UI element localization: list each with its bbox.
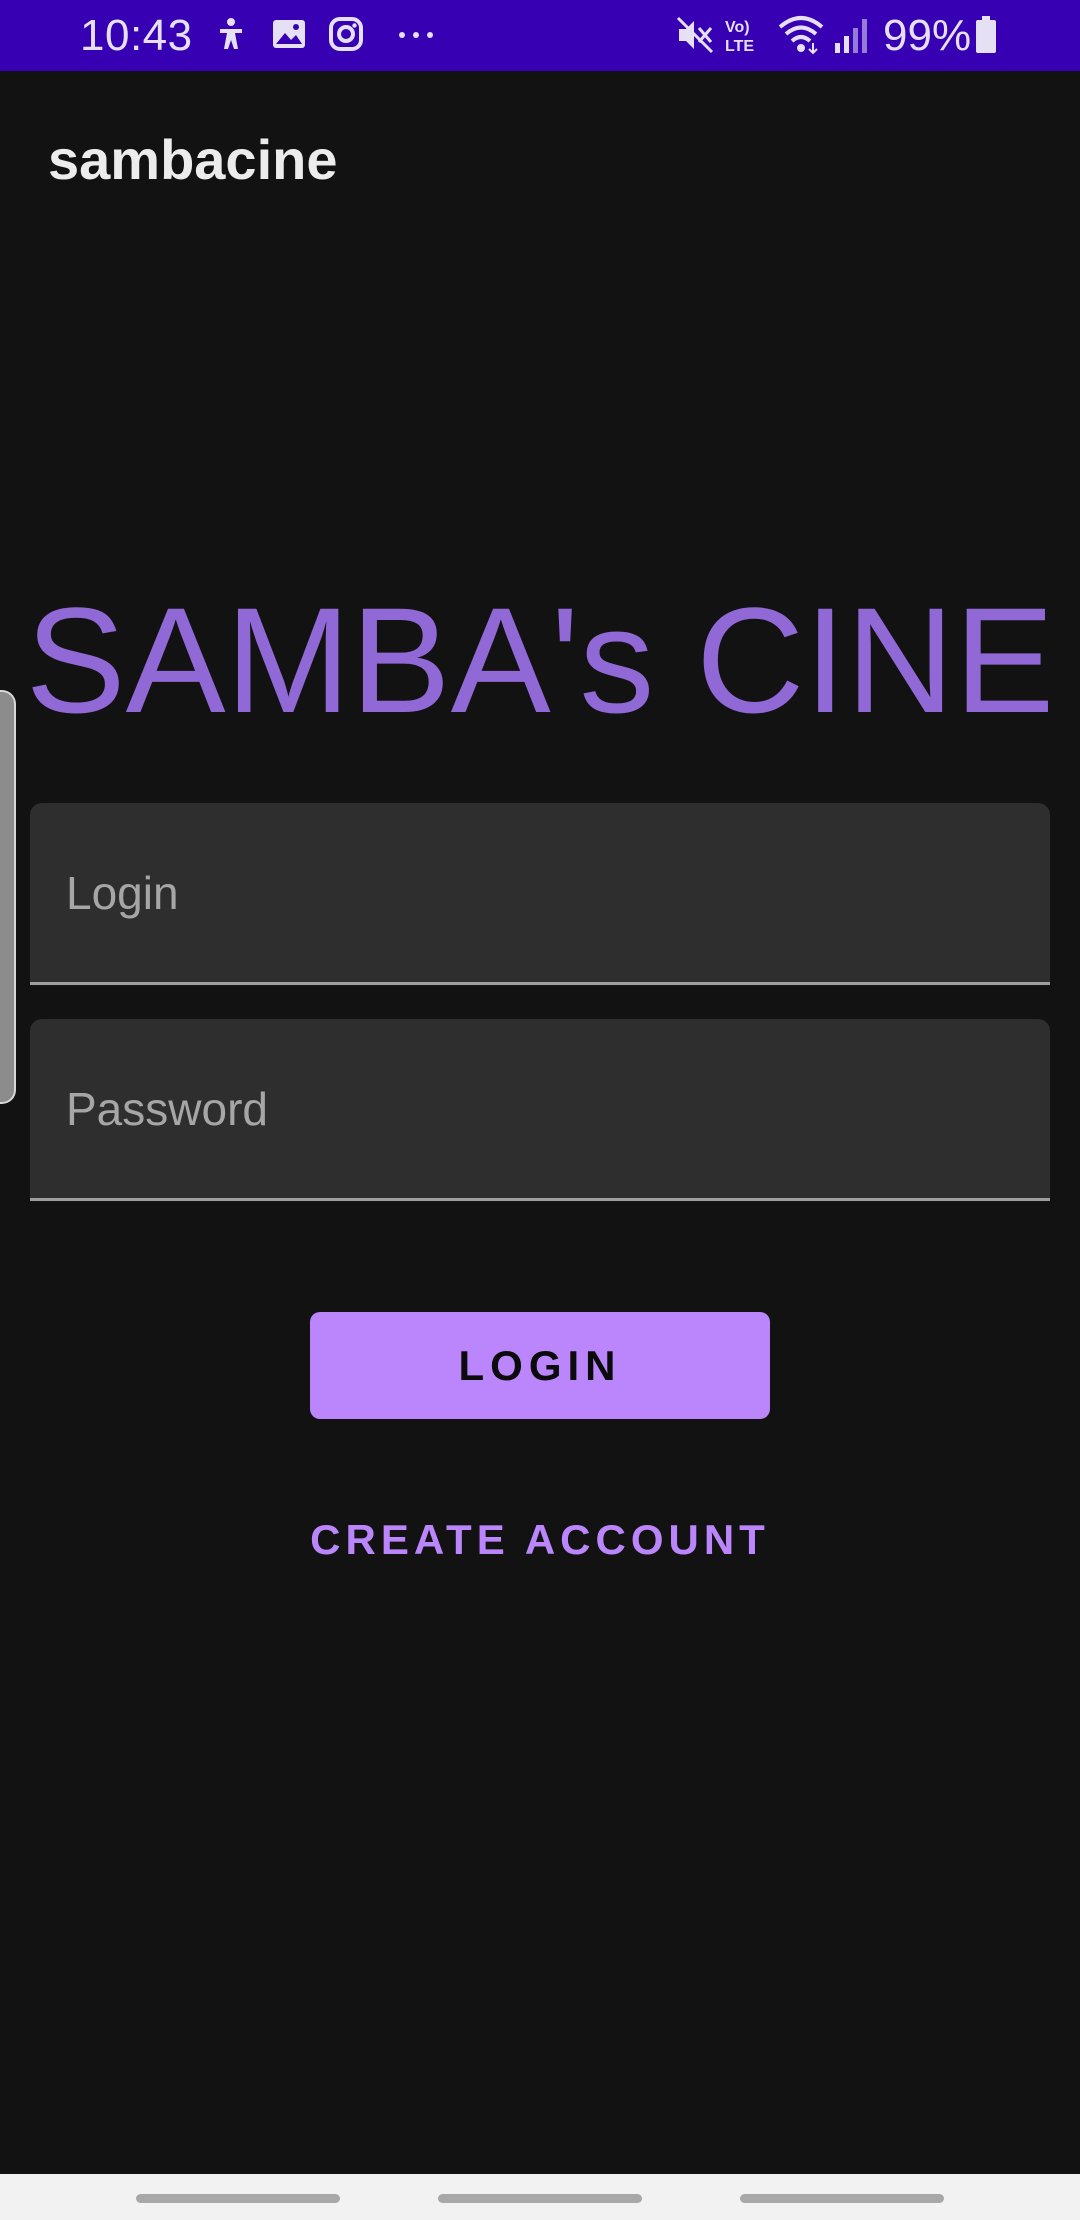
status-bar: 10:43 Vo) LTE 99% [0,0,1080,71]
status-time: 10:43 [80,11,193,60]
instagram-icon [327,15,365,53]
login-field[interactable]: Login [30,803,1050,985]
svg-text:LTE: LTE [725,38,754,55]
edge-panel-handle[interactable] [0,690,16,1104]
password-field[interactable]: Password [30,1019,1050,1201]
login-placeholder: Login [66,867,179,919]
wifi-icon [778,13,824,55]
image-icon [270,15,308,53]
svg-text:Vo): Vo) [725,19,750,36]
battery-percent: 99% [883,11,972,60]
create-account-button[interactable]: CREATE ACCOUNT [290,1505,790,1575]
battery-icon [974,15,998,55]
brand-title: SAMBA's CINE [25,576,1055,744]
navigation-bar [0,2174,1080,2220]
mute-icon [675,15,714,54]
volte-icon: Vo) LTE [723,15,763,55]
back-pill[interactable] [740,2194,944,2203]
signal-icon [832,15,872,53]
app-bar: sambacine [0,71,1080,246]
app-title: sambacine [48,128,338,191]
login-screen: 10:43 Vo) LTE 99% sambacine SAMBA's CINE… [0,0,1080,2220]
login-button[interactable]: LOGIN [310,1312,770,1419]
more-dots-icon [396,15,434,53]
recents-pill[interactable] [136,2194,340,2203]
password-placeholder: Password [66,1083,268,1135]
accessibility-icon [212,15,250,53]
home-pill[interactable] [438,2194,642,2203]
